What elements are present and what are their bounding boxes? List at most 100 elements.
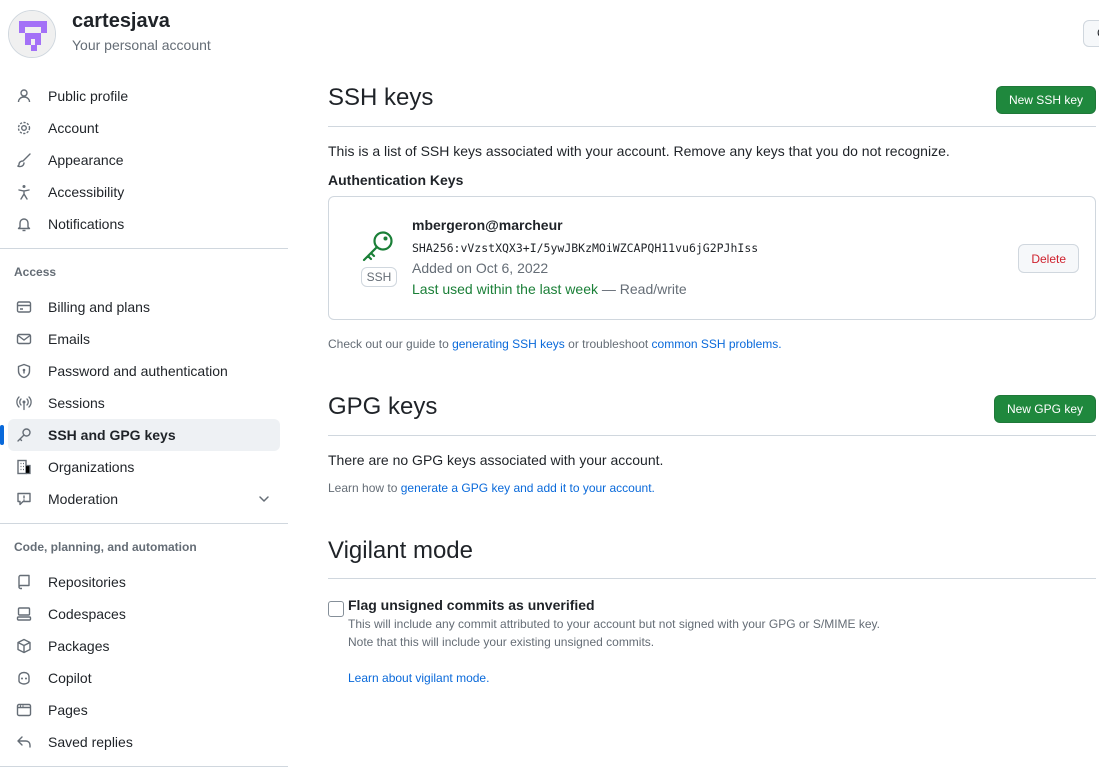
sidebar-item-codespaces[interactable]: Codespaces	[8, 598, 280, 630]
new-ssh-key-button[interactable]: New SSH key	[995, 86, 1096, 114]
ssh-keys-header: SSH keys New SSH key	[328, 80, 1096, 127]
sidebar-item-appearance[interactable]: Appearance	[8, 144, 280, 176]
sidebar-item-label: Copilot	[48, 670, 92, 686]
ssh-guide-prefix: Check out our guide to	[328, 337, 453, 351]
sidebar-heading-access: Access	[14, 265, 57, 279]
sidebar-item-label: Repositories	[48, 574, 126, 590]
vigilant-mode-title: Vigilant mode	[328, 537, 473, 564]
copilot-icon	[18, 671, 30, 685]
codespaces-icon	[16, 607, 32, 621]
sidebar-item-label: Moderation	[48, 491, 119, 507]
key-access-level: — Read/write	[598, 281, 687, 297]
paintbrush-icon	[17, 153, 31, 168]
broadcast-icon	[16, 396, 32, 411]
learn-vigilant-mode-link[interactable]: Learn about vigilant mode.	[348, 671, 489, 685]
ssh-keys-title: SSH keys	[328, 84, 434, 111]
report-icon	[17, 492, 31, 506]
vigilant-note-1: This will include any commit attributed …	[348, 617, 881, 631]
ssh-guide-text: Check out our guide to generating SSH ke…	[328, 337, 1096, 351]
organization-icon	[17, 459, 31, 475]
sidebar-item-label: Accessibility	[48, 184, 125, 200]
sidebar-item-emails[interactable]: Emails	[8, 323, 280, 355]
vigilant-mode-checkbox[interactable]	[328, 601, 344, 617]
browser-icon	[16, 703, 32, 717]
sidebar-item-notifications[interactable]: Notifications	[8, 208, 280, 240]
settings-sidebar: Public profile Account Appearance Access…	[0, 80, 288, 767]
sidebar-item-label: Organizations	[48, 459, 135, 475]
sidebar-item-label: Emails	[48, 331, 91, 347]
sidebar-item-label: Billing and plans	[48, 299, 150, 315]
account-name[interactable]: cartesjava	[72, 10, 170, 33]
sidebar-item-label: Codespaces	[48, 606, 126, 622]
page-header: cartesjava Your personal account G	[0, 0, 1099, 72]
ssh-badge: SSH	[361, 267, 397, 287]
sidebar-item-accessibility[interactable]: Accessibility	[8, 176, 280, 208]
vigilant-mode-header: Vigilant mode	[328, 533, 1096, 579]
generate-gpg-key-link[interactable]: generate a GPG key and add it to your ac…	[401, 481, 655, 495]
key-last-used-text: Last used within the last week	[412, 281, 598, 297]
sidebar-item-label: Account	[48, 120, 99, 136]
sidebar-item-label: Packages	[48, 638, 110, 654]
sidebar-item-label: Appearance	[48, 152, 124, 168]
delete-key-button[interactable]: Delete	[1018, 244, 1079, 273]
credit-card-icon	[16, 301, 32, 313]
common-ssh-problems-link[interactable]: common SSH problems.	[652, 337, 782, 351]
avatar[interactable]	[8, 10, 56, 58]
go-to-profile-button[interactable]: G	[1083, 20, 1099, 47]
main-content: SSH keys New SSH key This is a list of S…	[328, 80, 1096, 685]
sidebar-item-label: Sessions	[48, 395, 105, 411]
ssh-key-item: SSH mbergeron@marcheur SHA256:vVzstXQX3+…	[328, 196, 1096, 320]
key-added-date: Added on Oct 6, 2022	[412, 260, 549, 276]
authentication-keys-heading: Authentication Keys	[328, 172, 464, 188]
sidebar-item-repositories[interactable]: Repositories	[8, 566, 280, 598]
sidebar-item-organizations[interactable]: Organizations	[8, 451, 280, 483]
sidebar-item-label: Pages	[48, 702, 88, 718]
sidebar-item-label: SSH and GPG keys	[48, 427, 176, 443]
chevron-down-icon[interactable]	[256, 491, 272, 507]
sidebar-item-label: Notifications	[48, 216, 125, 232]
bell-icon	[17, 218, 31, 232]
sidebar-item-public-profile[interactable]: Public profile	[8, 80, 280, 112]
sidebar-divider	[0, 766, 288, 767]
sidebar-item-packages[interactable]: Packages	[8, 630, 280, 662]
sidebar-item-sessions[interactable]: Sessions	[8, 387, 280, 419]
vigilant-mode-checkbox-label[interactable]: Flag unsigned commits as unverified	[348, 597, 1096, 613]
ssh-description: This is a list of SSH keys associated wi…	[328, 143, 950, 159]
sidebar-item-billing[interactable]: Billing and plans	[8, 291, 280, 323]
sidebar-item-copilot[interactable]: Copilot	[8, 662, 280, 694]
account-subtitle: Your personal account	[72, 37, 211, 53]
key-last-used: Last used within the last week — Read/wr…	[412, 281, 687, 297]
sidebar-item-ssh-gpg-keys[interactable]: SSH and GPG keys	[0, 419, 280, 451]
gpg-learn-prefix: Learn how to	[328, 481, 401, 495]
accessibility-icon	[18, 185, 30, 200]
mail-icon	[16, 333, 32, 345]
key-icon	[362, 231, 393, 262]
vigilant-note-2: Note that this will include your existin…	[348, 635, 655, 649]
generating-ssh-keys-link[interactable]: generating SSH keys	[452, 337, 565, 351]
sidebar-item-pages[interactable]: Pages	[8, 694, 280, 726]
shield-lock-icon	[17, 363, 31, 379]
repo-icon	[18, 574, 30, 590]
sidebar-item-account[interactable]: Account	[8, 112, 280, 144]
gear-icon	[17, 121, 31, 135]
key-fingerprint: SHA256:vVzstXQX3+I/5ywJBKzMOiWZCAPQH11vu…	[412, 241, 759, 255]
gpg-learn-text: Learn how to generate a GPG key and add …	[328, 481, 1096, 495]
key-icon	[17, 428, 31, 442]
sidebar-item-label: Saved replies	[48, 734, 133, 750]
sidebar-heading-code: Code, planning, and automation	[14, 540, 197, 554]
sidebar-item-password-auth[interactable]: Password and authentication	[8, 355, 280, 387]
reply-icon	[17, 736, 31, 748]
vigilant-mode-option: Flag unsigned commits as unverified This…	[328, 597, 1096, 685]
gpg-empty-text: There are no GPG keys associated with yo…	[328, 452, 664, 468]
ssh-guide-middle: or troubleshoot	[564, 337, 652, 351]
package-icon	[17, 638, 31, 654]
new-gpg-key-button[interactable]: New GPG key	[993, 395, 1096, 423]
gpg-keys-title: GPG keys	[328, 393, 438, 420]
person-icon	[17, 89, 31, 103]
sidebar-item-saved-replies[interactable]: Saved replies	[8, 726, 280, 758]
sidebar-item-label: Public profile	[48, 88, 129, 104]
sidebar-item-moderation[interactable]: Moderation	[8, 483, 280, 515]
key-title: mbergeron@marcheur	[412, 217, 563, 233]
gpg-keys-header: GPG keys New GPG key	[328, 389, 1096, 436]
sidebar-item-label: Password and authentication	[48, 363, 228, 379]
